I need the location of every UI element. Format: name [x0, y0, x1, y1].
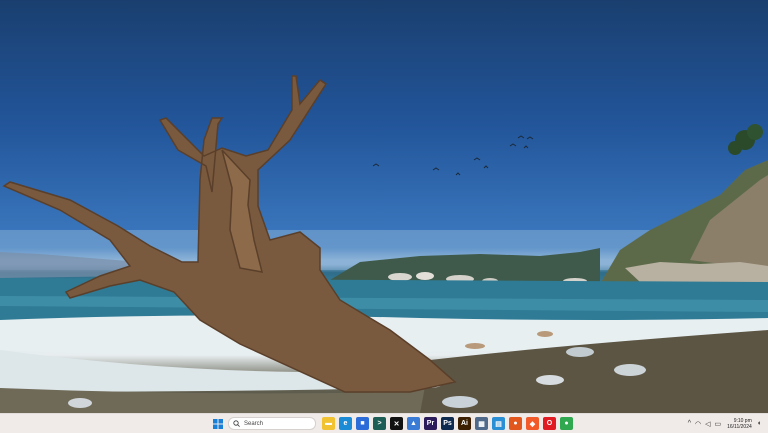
- taskbar-app-terminal[interactable]: >: [373, 417, 386, 430]
- file-explorer-icon: ▬: [325, 420, 332, 427]
- search-input[interactable]: Search: [228, 417, 316, 430]
- search-placeholder: Search: [244, 420, 264, 427]
- store-icon: ■: [360, 420, 365, 427]
- firefox-icon: ●: [513, 420, 518, 427]
- taskbar-app-photos[interactable]: ▲: [407, 417, 420, 430]
- taskbar-app-photoshop[interactable]: Ps: [441, 417, 454, 430]
- battery-icon[interactable]: ▭: [714, 420, 721, 428]
- notepad-icon: ▤: [495, 420, 502, 428]
- taskbar: Search ▬ e ■ > ✕ ▲ Pr Ps Ai ▦ ▤ ● ◆ O ● ^ ◠ ◁ ▭ 9:10 p…: [0, 413, 768, 433]
- terminal-icon: >: [377, 420, 382, 427]
- taskbar-app-calculator[interactable]: ▦: [475, 417, 488, 430]
- photos-icon: ▲: [410, 420, 417, 427]
- taskbar-app-chrome[interactable]: ●: [560, 417, 573, 430]
- taskbar-app-notepad[interactable]: ▤: [492, 417, 505, 430]
- chrome-icon: ●: [564, 420, 569, 427]
- premiere-pro-icon: Pr: [426, 420, 435, 427]
- taskbar-app-capcut[interactable]: ✕: [390, 417, 403, 430]
- brave-icon: ◆: [529, 420, 536, 428]
- start-button[interactable]: [211, 417, 224, 430]
- opera-icon: O: [546, 420, 553, 427]
- calculator-icon: ▦: [478, 420, 485, 428]
- taskbar-app-brave[interactable]: ◆: [526, 417, 539, 430]
- beach-driftwood-scene: [0, 75, 768, 413]
- search-icon: [233, 420, 240, 427]
- edge-icon: e: [343, 420, 348, 427]
- chevron-up-icon[interactable]: ^: [688, 420, 691, 427]
- photoshop-icon: Ps: [443, 420, 452, 427]
- taskbar-app-firefox[interactable]: ●: [509, 417, 522, 430]
- desktop-wallpaper: [0, 0, 768, 413]
- system-tray: ^ ◠ ◁ ▭ 9:10 pm 16/11/2024 ◐: [686, 414, 764, 433]
- wifi-icon[interactable]: ◠: [695, 420, 701, 428]
- illustrator-icon: Ai: [461, 420, 468, 427]
- windows-logo-icon: [212, 418, 223, 429]
- clock-date: 16/11/2024: [727, 423, 752, 430]
- taskbar-app-illustrator[interactable]: Ai: [458, 417, 471, 430]
- taskbar-app-file-explorer[interactable]: ▬: [322, 417, 335, 430]
- taskbar-app-premiere-pro[interactable]: Pr: [424, 417, 437, 430]
- notification-bell-icon[interactable]: ◐: [758, 420, 762, 427]
- capcut-icon: ✕: [393, 420, 400, 428]
- taskbar-app-opera[interactable]: O: [543, 417, 556, 430]
- taskbar-app-store[interactable]: ■: [356, 417, 369, 430]
- clock[interactable]: 9:10 pm 16/11/2024: [727, 418, 752, 430]
- volume-icon[interactable]: ◁: [705, 420, 710, 428]
- taskbar-app-edge[interactable]: e: [339, 417, 352, 430]
